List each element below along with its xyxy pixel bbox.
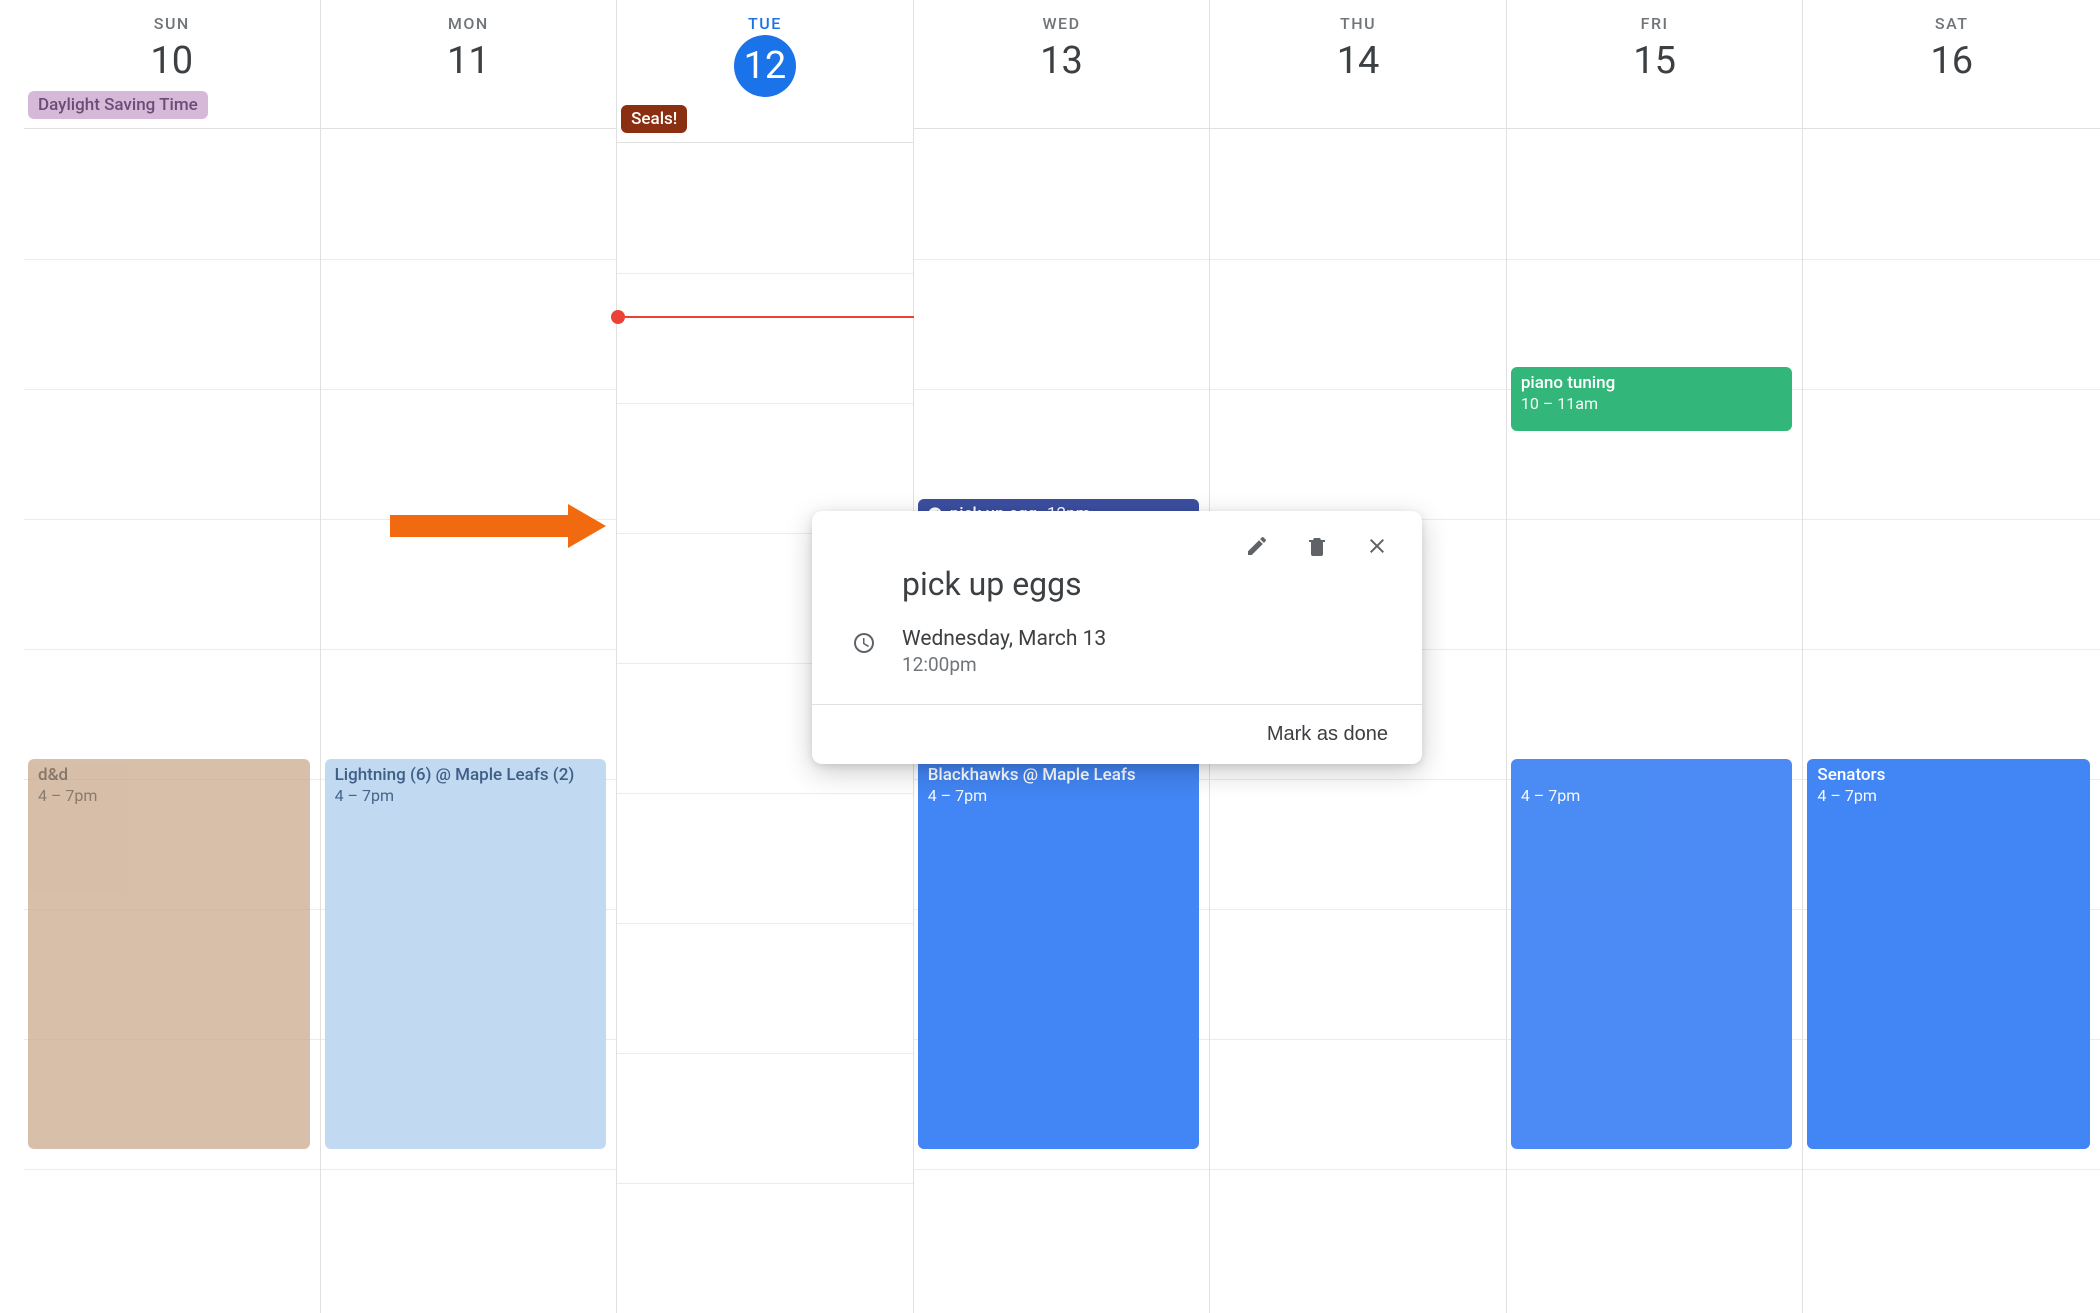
- allday-event-dst[interactable]: Daylight Saving Time: [28, 91, 208, 119]
- pencil-icon: [1245, 534, 1269, 558]
- allday-row[interactable]: [1210, 89, 1506, 129]
- day-number[interactable]: 13: [914, 39, 1210, 83]
- day-header-sat[interactable]: SAT 16: [1803, 0, 2100, 83]
- event-title: Lightning (6) @ Maple Leafs (2): [335, 764, 597, 786]
- dow-label: MON: [321, 14, 617, 33]
- event-title: Senators: [1817, 764, 2080, 786]
- day-column-sun[interactable]: SUN 10 Daylight Saving Time d&d 4 – 7pm: [24, 0, 321, 1313]
- event-time: 4 – 7pm: [335, 786, 597, 807]
- event-fri-pm[interactable]: 4 – 7pm: [1511, 759, 1793, 1149]
- day-column-mon[interactable]: MON 11 Lightning (6) @ Maple Leafs (2) 4…: [321, 0, 618, 1313]
- day-number[interactable]: 10: [24, 39, 320, 83]
- day-header-wed[interactable]: WED 13: [914, 0, 1210, 83]
- dow-label: WED: [914, 14, 1210, 33]
- day-column-fri[interactable]: FRI 15 piano tuning 10 – 11am 4 – 7pm: [1507, 0, 1804, 1313]
- event-title: [1521, 764, 1783, 786]
- event-senators[interactable]: Senators 4 – 7pm: [1807, 759, 2090, 1149]
- edit-button[interactable]: [1242, 531, 1272, 561]
- day-header-sun[interactable]: SUN 10: [24, 0, 320, 83]
- event-time: 4 – 7pm: [1817, 786, 2080, 807]
- time-grid[interactable]: piano tuning 10 – 11am 4 – 7pm: [1507, 129, 1803, 1313]
- time-grid[interactable]: Senators 4 – 7pm: [1803, 129, 2100, 1313]
- dow-label: TUE: [617, 14, 913, 33]
- allday-row[interactable]: [914, 89, 1210, 129]
- day-header-fri[interactable]: FRI 15: [1507, 0, 1803, 83]
- day-number[interactable]: 16: [1803, 39, 2100, 83]
- time-grid[interactable]: d&d 4 – 7pm: [24, 129, 320, 1313]
- day-number[interactable]: 15: [1507, 39, 1803, 83]
- event-popover: pick up eggs Wednesday, March 13 12:00pm…: [812, 511, 1422, 764]
- dow-label: SAT: [1803, 14, 2100, 33]
- day-header-mon[interactable]: MON 11: [321, 0, 617, 83]
- day-column-sat[interactable]: SAT 16 Senators 4 – 7pm: [1803, 0, 2100, 1313]
- event-time: 4 – 7pm: [38, 786, 300, 807]
- event-time: 10 – 11am: [1521, 394, 1783, 415]
- day-number[interactable]: 14: [1210, 39, 1506, 83]
- event-piano-tuning[interactable]: piano tuning 10 – 11am: [1511, 367, 1793, 431]
- popover-date: Wednesday, March 13: [902, 627, 1106, 651]
- event-title: Blackhawks @ Maple Leafs: [928, 764, 1190, 786]
- allday-event-seals[interactable]: Seals!: [621, 105, 687, 133]
- event-dnd[interactable]: d&d 4 – 7pm: [28, 759, 310, 1149]
- popover-body: pick up eggs Wednesday, March 13 12:00pm: [812, 565, 1422, 704]
- allday-row[interactable]: Daylight Saving Time: [24, 89, 320, 129]
- day-header-tue[interactable]: TUE 12: [617, 0, 913, 97]
- day-number[interactable]: 11: [321, 39, 617, 83]
- today-indicator[interactable]: 12: [734, 35, 796, 97]
- allday-row[interactable]: [321, 89, 617, 129]
- delete-button[interactable]: [1302, 531, 1332, 561]
- event-blackhawks[interactable]: Blackhawks @ Maple Leafs 4 – 7pm: [918, 759, 1200, 1149]
- event-time: 4 – 7pm: [928, 786, 1190, 807]
- day-header-thu[interactable]: THU 14: [1210, 0, 1506, 83]
- popover-title: pick up eggs: [902, 565, 1382, 603]
- clock-icon: [852, 627, 876, 659]
- close-button[interactable]: [1362, 531, 1392, 561]
- mark-as-done-button[interactable]: Mark as done: [1267, 723, 1388, 746]
- allday-row[interactable]: [1803, 89, 2100, 129]
- event-time: 4 – 7pm: [1521, 786, 1783, 807]
- dow-label: THU: [1210, 14, 1506, 33]
- time-grid[interactable]: Lightning (6) @ Maple Leafs (2) 4 – 7pm: [321, 129, 617, 1313]
- allday-row[interactable]: Seals!: [617, 103, 913, 143]
- event-title: piano tuning: [1521, 372, 1783, 394]
- day-number: 12: [744, 44, 787, 88]
- trash-icon: [1305, 534, 1329, 558]
- event-lightning[interactable]: Lightning (6) @ Maple Leafs (2) 4 – 7pm: [325, 759, 607, 1149]
- event-title: d&d: [38, 764, 300, 786]
- dow-label: SUN: [24, 14, 320, 33]
- allday-row[interactable]: [1507, 89, 1803, 129]
- close-icon: [1365, 534, 1389, 558]
- time-gutter: [0, 0, 24, 1236]
- popover-time: 12:00pm: [902, 653, 1106, 676]
- popover-footer: Mark as done: [812, 704, 1422, 764]
- dow-label: FRI: [1507, 14, 1803, 33]
- popover-toolbar: [812, 511, 1422, 565]
